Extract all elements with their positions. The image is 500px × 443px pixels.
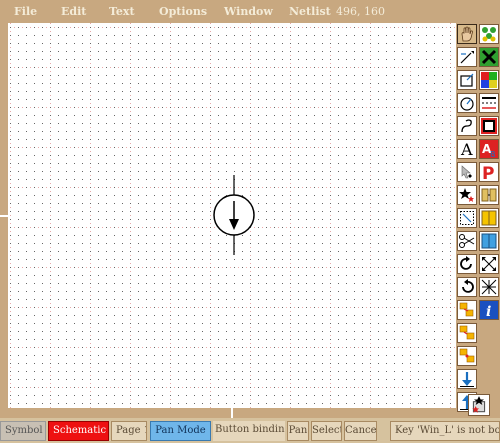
library-icon[interactable] bbox=[479, 24, 499, 44]
svg-text:P: P bbox=[482, 164, 494, 181]
cut-icon[interactable] bbox=[457, 231, 477, 251]
join-icon[interactable] bbox=[457, 346, 477, 366]
menu-netlist[interactable]: Netlist bbox=[289, 5, 331, 18]
line-style-icon[interactable] bbox=[479, 93, 499, 113]
pop-icon[interactable] bbox=[457, 323, 477, 343]
zoom-center-icon[interactable] bbox=[479, 277, 499, 297]
page-indicator[interactable]: Page 1 bbox=[111, 421, 147, 441]
fill-pattern-icon[interactable] bbox=[479, 116, 499, 136]
button-bindings-label: Button bindings: bbox=[213, 421, 285, 441]
svg-text:i: i bbox=[486, 304, 491, 319]
status-bar: Symbol Schematic Page 1 Pan Mode Button … bbox=[0, 418, 500, 443]
spline-icon[interactable] bbox=[457, 116, 477, 136]
left-frame-strip bbox=[0, 23, 8, 417]
cursor-coordinates: 496, 160 bbox=[336, 5, 385, 18]
origin-marker-vertical bbox=[231, 408, 233, 418]
book-icon[interactable] bbox=[479, 208, 499, 228]
svg-text:A: A bbox=[460, 140, 473, 158]
binding-select[interactable]: Select bbox=[311, 421, 342, 441]
info-icon[interactable]: i bbox=[479, 300, 499, 320]
svg-text:B: B bbox=[490, 150, 496, 158]
binding-cancel[interactable]: Cancel bbox=[344, 421, 377, 441]
copy-icon[interactable] bbox=[457, 162, 477, 182]
canvas-svg[interactable] bbox=[8, 23, 456, 417]
menu-file[interactable]: File bbox=[14, 5, 37, 18]
menu-text[interactable]: Text bbox=[109, 5, 135, 18]
symbol-mode-button[interactable]: Symbol bbox=[0, 421, 46, 441]
bottom-frame-strip bbox=[0, 408, 456, 418]
binding-pan[interactable]: Pan bbox=[287, 421, 309, 441]
select-region-icon[interactable] bbox=[457, 208, 477, 228]
color-palette-icon[interactable] bbox=[479, 70, 499, 90]
schematic-mode-button[interactable]: Schematic bbox=[48, 421, 109, 441]
push-icon[interactable] bbox=[457, 300, 477, 320]
menu-options[interactable]: Options bbox=[159, 5, 207, 18]
box-icon[interactable] bbox=[457, 70, 477, 90]
wire-mode-icon[interactable] bbox=[479, 47, 499, 67]
snap-icon[interactable] bbox=[468, 394, 490, 416]
pan-tool-hand-icon[interactable] bbox=[457, 24, 477, 44]
help-book-icon[interactable] bbox=[479, 231, 499, 251]
menu-window[interactable]: Window bbox=[224, 5, 273, 18]
rotate-ccw-icon[interactable] bbox=[457, 277, 477, 297]
add-pin-icon[interactable] bbox=[457, 185, 477, 205]
origin-marker-horizontal bbox=[0, 215, 8, 217]
zoom-fit-icon[interactable] bbox=[479, 254, 499, 274]
drawing-canvas[interactable] bbox=[8, 23, 456, 417]
toolbar: A A B P i bbox=[456, 23, 500, 418]
status-message: Key 'Win_L' is not bound bbox=[390, 421, 500, 441]
hierarchy-icon[interactable] bbox=[479, 185, 499, 205]
rotate-cw-icon[interactable] bbox=[457, 254, 477, 274]
arc-icon[interactable] bbox=[457, 93, 477, 113]
parameter-icon[interactable]: P bbox=[479, 162, 499, 182]
text-style-icon[interactable]: AB bbox=[479, 139, 499, 159]
wire-icon[interactable] bbox=[457, 47, 477, 67]
edit-mode-indicator[interactable]: Pan Mode bbox=[150, 421, 211, 441]
move-down-icon[interactable] bbox=[457, 369, 477, 389]
menu-edit[interactable]: Edit bbox=[61, 5, 86, 18]
menu-bar: File Edit Text Options Window Netlist 49… bbox=[0, 0, 500, 23]
text-icon[interactable]: A bbox=[457, 139, 477, 159]
